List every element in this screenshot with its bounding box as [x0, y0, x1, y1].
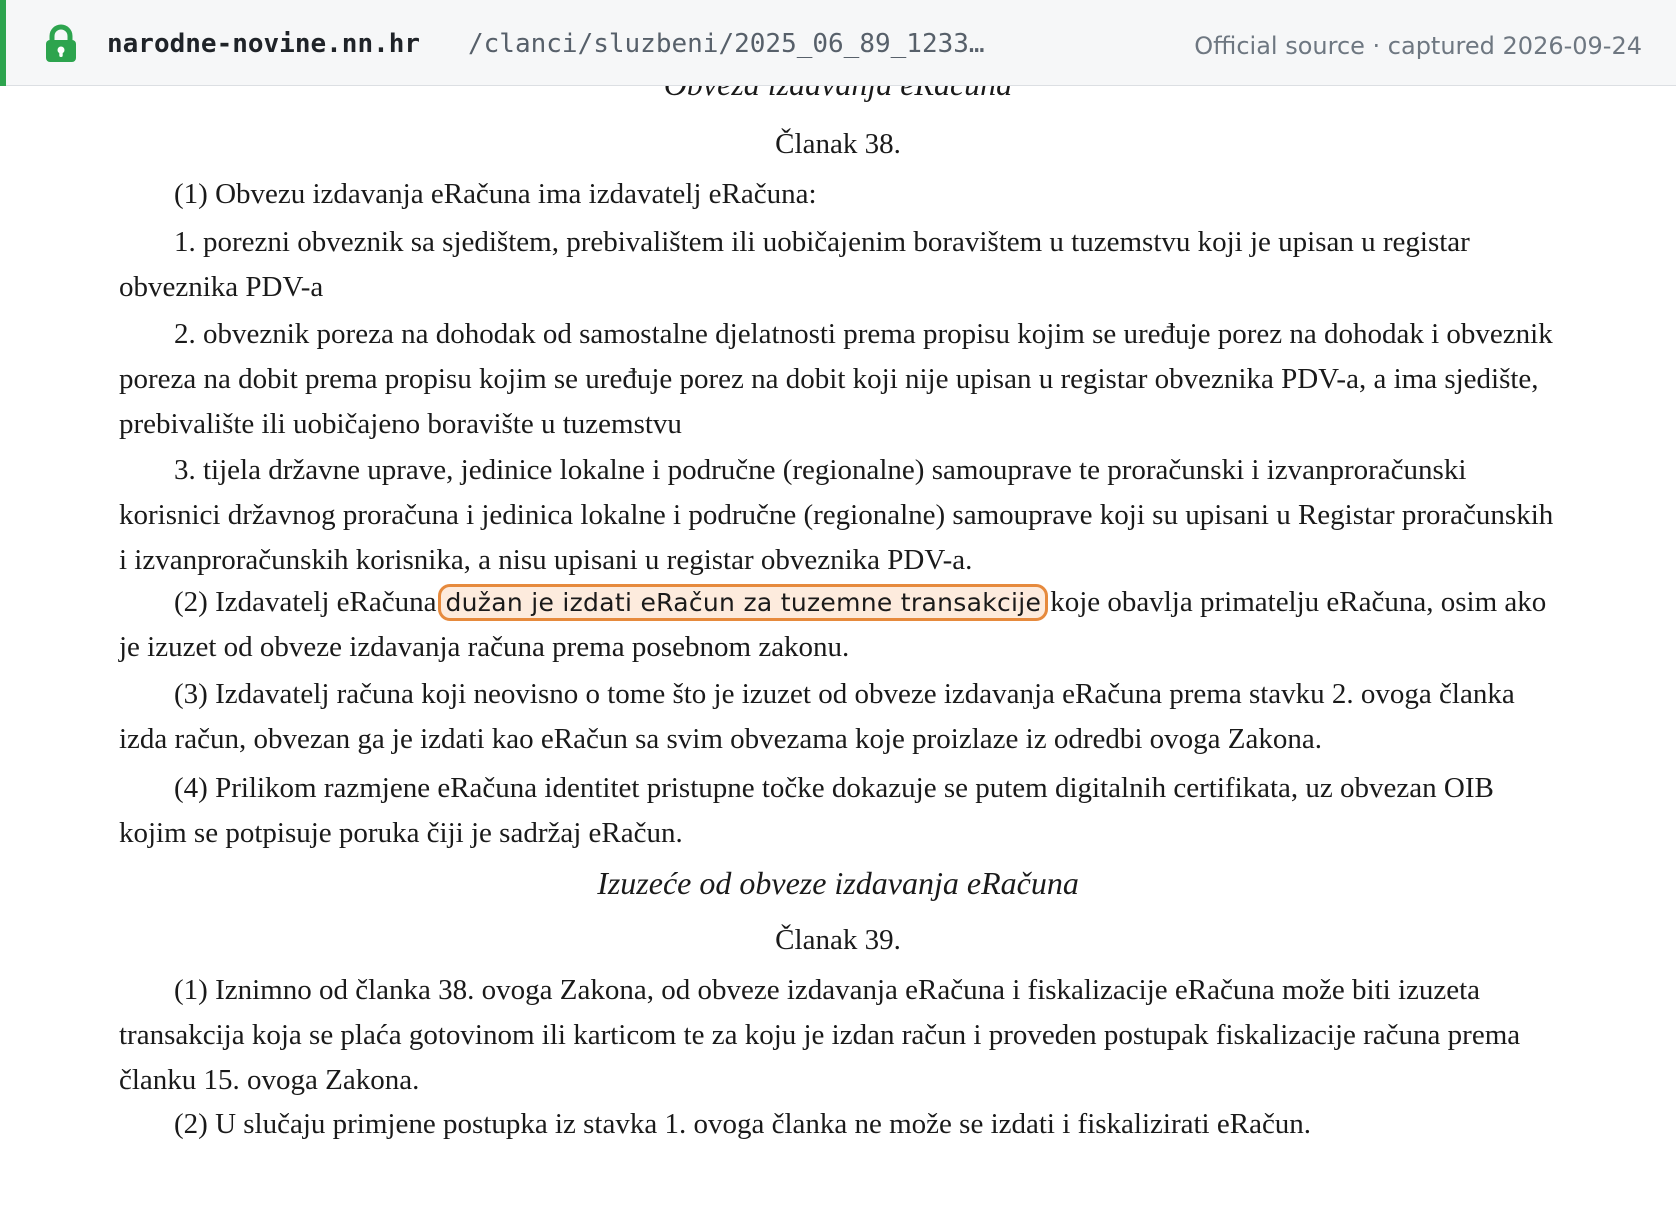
article-38-label: Članak 38.	[775, 128, 901, 160]
source-bar: narodne-novine.nn.hr /clanci/sluzbeni/20…	[0, 0, 1676, 86]
article-38-item-1: 1. porezni obveznik sa sjedištem, prebiv…	[119, 226, 1470, 303]
lock-icon	[43, 24, 79, 64]
source-path[interactable]: /clanci/sluzbeni/2025_06_89_1233…	[468, 26, 1028, 62]
article-39-label: Članak 39.	[775, 924, 901, 956]
article-39-paragraph-1: (1) Iznimno od članka 38. ovoga Zakona, …	[119, 974, 1521, 1096]
section-title-cut: Obveza izdavanja eRačuna	[0, 86, 1676, 104]
section-title-izuzece: Izuzeće od obveze izdavanja eRačuna	[597, 865, 1079, 901]
article-38-item-3: 3. tijela državne uprave, jedinice lokal…	[119, 454, 1554, 576]
source-capture-note: Official source · captured 2026-09-24	[1194, 32, 1642, 60]
article-38-paragraph-2: (2) Izdavatelj eRačuna dužan je izdati eR…	[119, 580, 1559, 670]
article-38-item-2: 2. obveznik poreza na dohodak od samosta…	[119, 318, 1553, 440]
article-38-paragraph-3: (3) Izdavatelj računa koji neovisno o to…	[119, 678, 1515, 755]
article-38-paragraph-4: (4) Prilikom razmjene eRačuna identitet …	[119, 772, 1494, 849]
article-39-paragraph-2: (2) U slučaju primjene postupka iz stavk…	[174, 1108, 1312, 1140]
paragraph-2-lead: (2) Izdavatelj eRačuna	[174, 586, 437, 618]
highlighted-phrase: dužan je izdati eRačun za tuzemne transa…	[438, 584, 1049, 621]
source-host[interactable]: narodne-novine.nn.hr	[107, 26, 420, 62]
source-accent-stripe	[0, 0, 6, 86]
article-38-paragraph-1: (1) Obvezu izdavanja eRačuna ima izdavat…	[174, 178, 817, 210]
document-body: Obveza izdavanja eRačuna Članak 38. (1) …	[0, 86, 1676, 1230]
